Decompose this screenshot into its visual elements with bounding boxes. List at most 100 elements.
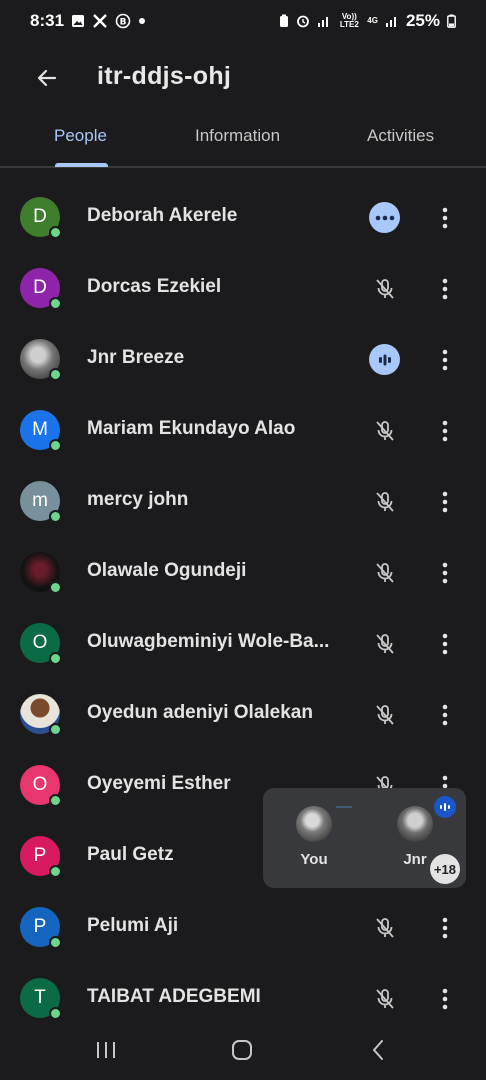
participant-name: Mariam Ekundayo Alao (87, 418, 296, 439)
mic-off-icon[interactable] (369, 415, 400, 446)
more-options-button[interactable] (432, 344, 458, 375)
participant-list: D Deborah Akerele D Dorcas Ezekiel Jnr Breez… (0, 181, 486, 1033)
participant-row[interactable]: O Oluwagbeminiyi Wole-Ba... (0, 607, 486, 678)
participant-row[interactable]: M Mariam Ekundayo Alao (0, 394, 486, 465)
online-status-dot (49, 581, 62, 594)
tab-activities[interactable]: Activities (367, 126, 434, 146)
b-app-icon: B (115, 13, 131, 29)
avatar-initial: D (33, 277, 47, 298)
status-bar: 8:31 B Vo)) LTE2 4G 25% (0, 0, 486, 42)
avatar (20, 339, 62, 381)
avatar: P (20, 836, 62, 878)
participant-name: mercy john (87, 489, 189, 510)
online-status-dot (49, 226, 62, 239)
more-options-button[interactable] (432, 415, 458, 446)
status-left: 8:31 B (30, 11, 146, 31)
speaking-badge-icon (434, 796, 456, 818)
home-icon (232, 1040, 252, 1060)
online-status-dot (49, 297, 62, 310)
more-reactions-icon[interactable] (369, 202, 400, 233)
more-vert-icon (442, 491, 448, 512)
gallery-icon (71, 14, 85, 28)
arrow-back-icon (37, 69, 57, 87)
more-vert-icon (442, 704, 448, 725)
more-options-button[interactable] (432, 202, 458, 233)
avatar (397, 806, 433, 842)
mic-off-icon[interactable] (369, 273, 400, 304)
speaking-icon[interactable] (369, 344, 400, 375)
notification-dot-icon (138, 17, 146, 25)
participant-name: Oyedun adeniyi Olalekan (87, 702, 313, 723)
svg-text:B: B (120, 18, 127, 28)
more-options-button[interactable] (432, 699, 458, 730)
online-status-dot (49, 936, 62, 949)
participant-row[interactable]: Olawale Ogundeji (0, 536, 486, 607)
home-button[interactable] (222, 1035, 262, 1065)
more-vert-icon (442, 420, 448, 441)
avatar-initial: O (32, 632, 48, 653)
avatar: M (20, 410, 62, 452)
more-vert-icon (442, 988, 448, 1009)
participant-row[interactable]: Oyedun adeniyi Olalekan (0, 678, 486, 749)
recents-button[interactable] (86, 1035, 126, 1065)
participant-name: Oluwagbeminiyi Wole-Ba... (87, 631, 330, 652)
participant-row[interactable]: m mercy john (0, 465, 486, 536)
avatar: O (20, 623, 62, 665)
system-nav-bar (0, 1020, 486, 1080)
avatar-initial: M (32, 419, 48, 440)
participant-name: Deborah Akerele (87, 205, 238, 226)
participant-row[interactable]: P Pelumi Aji (0, 891, 486, 962)
more-options-button[interactable] (432, 486, 458, 517)
participant-row[interactable]: Jnr Breeze (0, 323, 486, 394)
participant-name: Dorcas Ezekiel (87, 276, 222, 297)
back-nav-button[interactable] (358, 1035, 398, 1065)
app-bar: itr-ddjs-ohj (0, 50, 486, 106)
online-status-dot (49, 368, 62, 381)
participant-name: Jnr Breeze (87, 347, 185, 368)
avatar-initial: O (32, 774, 48, 795)
avatar (20, 552, 62, 594)
mic-off-icon[interactable] (369, 912, 400, 943)
mic-off-icon[interactable] (369, 486, 400, 517)
tab-information[interactable]: Information (195, 126, 280, 146)
tab-people[interactable]: People (54, 126, 107, 146)
more-options-button[interactable] (432, 628, 458, 659)
avatar (296, 806, 332, 842)
online-status-dot (49, 439, 62, 452)
mic-off-icon[interactable] (369, 699, 400, 730)
x-app-icon (92, 13, 108, 29)
participant-row[interactable]: D Deborah Akerele (0, 181, 486, 252)
signal-1-icon (317, 15, 331, 27)
network-4g-label: 4G (367, 16, 378, 25)
more-vert-icon (442, 207, 448, 228)
battery-percent: 25% (405, 11, 440, 30)
avatar: P (20, 907, 62, 949)
participant-name: TAIBAT ADEGBEMI (87, 986, 261, 1007)
mic-off-icon[interactable] (369, 557, 400, 588)
participant-row[interactable]: D Dorcas Ezekiel (0, 252, 486, 323)
online-status-dot (49, 652, 62, 665)
more-vert-icon (442, 349, 448, 370)
avatar: D (20, 197, 62, 239)
meeting-title: itr-ddjs-ohj (97, 62, 232, 90)
pip-tile-you[interactable]: You (279, 806, 349, 868)
pip-divider (336, 806, 352, 808)
more-options-button[interactable] (432, 273, 458, 304)
participant-name: Paul Getz (87, 844, 174, 865)
mic-off-icon[interactable] (369, 983, 400, 1014)
more-vert-icon (442, 633, 448, 654)
online-status-dot (49, 723, 62, 736)
more-options-button[interactable] (432, 557, 458, 588)
active-tab-indicator (55, 163, 108, 167)
pip-extra-count[interactable]: +18 (430, 854, 460, 884)
back-button[interactable] (32, 63, 62, 93)
avatar: m (20, 481, 62, 523)
more-options-button[interactable] (432, 983, 458, 1014)
mic-off-icon[interactable] (369, 628, 400, 659)
more-vert-icon (442, 917, 448, 938)
avatar: T (20, 978, 62, 1020)
avatar (20, 694, 62, 736)
more-options-button[interactable] (432, 912, 458, 943)
avatar-initial: P (33, 916, 47, 937)
participant-name: Oyeyemi Esther (87, 773, 231, 794)
